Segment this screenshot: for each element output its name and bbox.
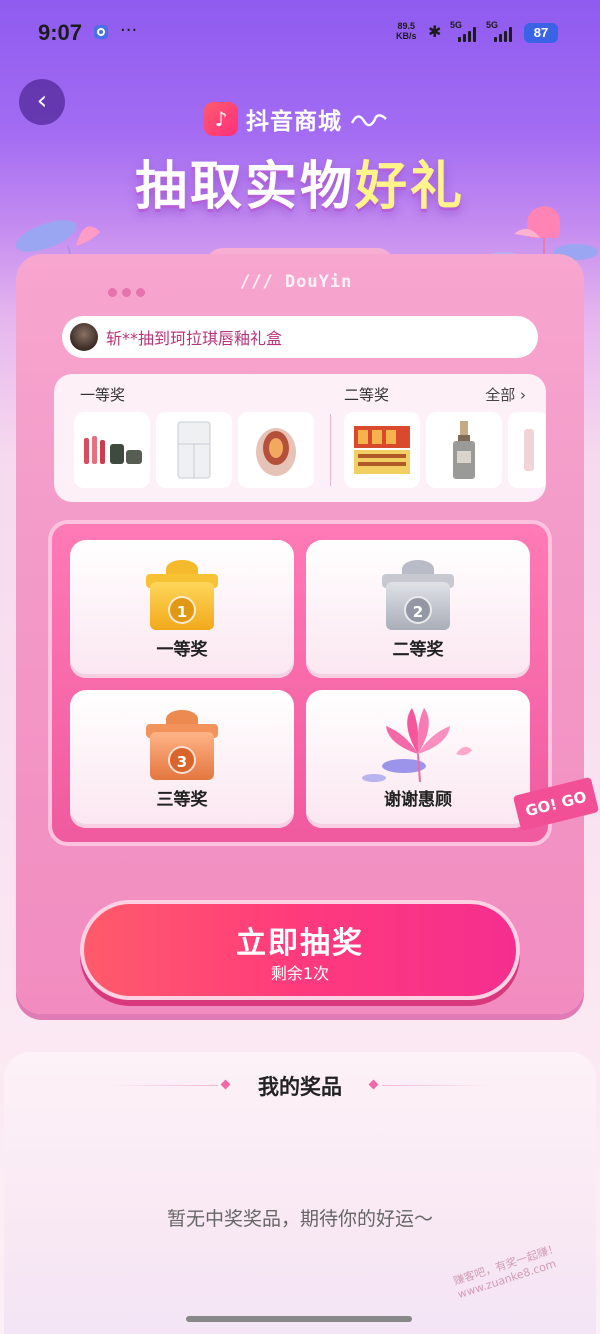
prize-thumb-cosmetics-set[interactable]: [74, 412, 150, 488]
signal1-icon: [458, 26, 476, 42]
brand-name: 抖音商城: [246, 109, 342, 135]
tile-third-prize: 3 三等奖: [70, 690, 294, 828]
status-bar: 9:07 ··· 89.5 KB/s ✱ 5G 5G 87: [0, 0, 600, 64]
no-prizes-message: 暂无中奖奖品，期待你的好运～: [166, 1208, 433, 1230]
serum-bottle-icon: [426, 412, 502, 488]
prize-preview-strip: 一等奖 二等奖 全部 ›: [54, 374, 546, 502]
cosmetic-tube-icon: [508, 412, 546, 488]
tile-first-prize: 1 一等奖: [70, 540, 294, 678]
gold-gift-icon: 1: [146, 560, 218, 630]
prize-thumb-serum[interactable]: [426, 412, 502, 488]
beauty-device-icon: [238, 412, 314, 488]
prize-grid: 1 一等奖 2 二等奖 3 三等奖 谢谢惠顾: [48, 520, 552, 846]
gold-medal-number: 1: [168, 596, 196, 624]
prize-thumb-fridge[interactable]: [156, 412, 232, 488]
prize-thumb-partial[interactable]: [508, 412, 546, 488]
network-speed: 89.5 KB/s: [396, 21, 417, 41]
headline-part-a: 抽取实物: [134, 157, 355, 217]
view-all-link[interactable]: 全部 ›: [485, 384, 526, 405]
home-indicator[interactable]: [186, 1316, 412, 1322]
refrigerator-icon: [156, 412, 232, 488]
brand: ♪ 抖音商城: [204, 100, 388, 138]
my-prizes-title: 我的奖品: [258, 1075, 342, 1099]
draw-button-label: 立即抽奖: [236, 926, 364, 961]
signal2-icon: [494, 26, 512, 42]
prize-thumb-device[interactable]: [238, 412, 314, 488]
snack-box-icon: [344, 412, 420, 488]
tile-third-prize-label: 三等奖: [156, 790, 208, 810]
lipstick-set-icon: [74, 412, 150, 488]
battery-indicator: 87: [524, 23, 558, 43]
tile-second-prize: 2 二等奖: [306, 540, 530, 678]
remaining-draws: 剩余1次: [270, 964, 330, 983]
card-window-dots: [108, 288, 145, 297]
more-dots-icon: ···: [120, 20, 138, 41]
bronze-gift-icon: 3: [146, 710, 218, 780]
lotus-flower-icon: [362, 708, 472, 783]
ticker-text: 斩**抽到珂拉琪唇釉礼盒: [106, 329, 283, 348]
bluetooth-icon: ✱: [428, 22, 442, 41]
card-tab-text: /// DouYin: [240, 272, 353, 292]
tile-second-prize-label: 二等奖: [392, 640, 444, 660]
tile-thanks: 谢谢惠顾: [306, 690, 530, 828]
network-speed-unit: KB/s: [396, 31, 417, 41]
first-prize-strip-label: 一等奖: [80, 386, 126, 404]
title-right-line: [382, 1085, 492, 1086]
silver-gift-icon: 2: [382, 560, 454, 630]
strip-divider: [330, 414, 331, 486]
tile-first-prize-label: 一等奖: [156, 640, 208, 660]
back-button[interactable]: ‹: [19, 79, 65, 125]
winner-ticker: 斩**抽到珂拉琪唇釉礼盒: [62, 316, 538, 358]
draw-now-button[interactable]: 立即抽奖 剩余1次: [80, 900, 520, 1000]
app-notification-icon: [93, 24, 109, 44]
chevron-left-icon: ‹: [36, 86, 48, 116]
headline-part-b: 好礼: [355, 157, 466, 217]
status-time: 9:07: [38, 20, 83, 45]
brand-flourish-icon: [350, 114, 387, 127]
second-prize-strip-label: 二等奖: [344, 386, 390, 404]
tile-thanks-label: 谢谢惠顾: [384, 790, 452, 810]
bronze-medal-number: 3: [168, 746, 196, 774]
silver-medal-number: 2: [404, 596, 432, 624]
prize-thumb-snacks[interactable]: [344, 412, 420, 488]
avatar: [70, 323, 98, 351]
douyin-mall-logo-icon: ♪: [204, 102, 238, 136]
network-speed-value: 89.5: [397, 21, 416, 31]
